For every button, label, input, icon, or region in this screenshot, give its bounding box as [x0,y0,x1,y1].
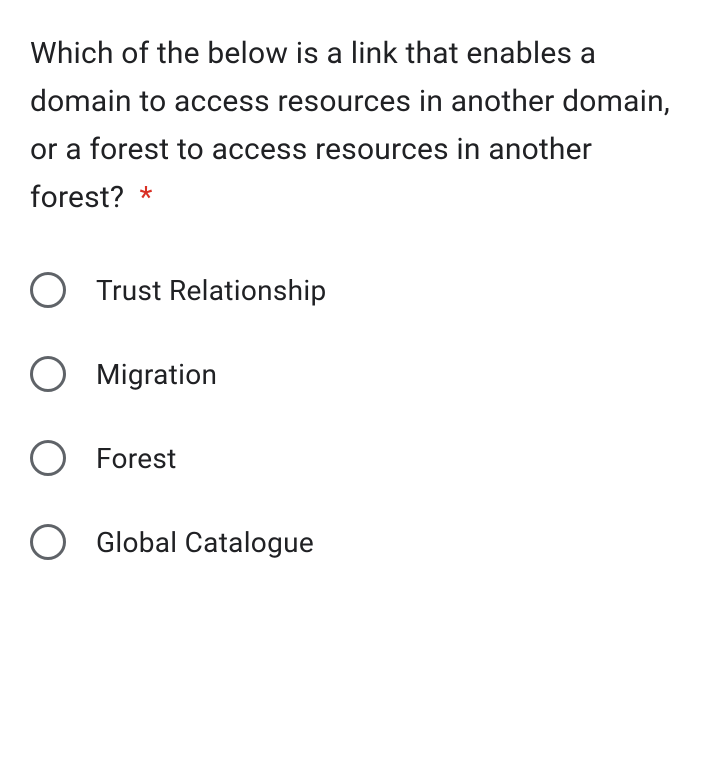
question-text: Which of the below is a link that enable… [30,30,690,222]
options-group: Trust Relationship Migration Forest Glob… [30,272,690,560]
option-label: Migration [96,358,217,391]
radio-option-2[interactable]: Forest [30,440,690,476]
radio-circle-icon [30,440,66,476]
option-label: Global Catalogue [96,526,314,559]
radio-circle-icon [30,272,66,308]
option-label: Forest [96,442,177,475]
required-asterisk: * [140,180,153,215]
radio-option-3[interactable]: Global Catalogue [30,524,690,560]
radio-option-1[interactable]: Migration [30,356,690,392]
question-content: Which of the below is a link that enable… [30,36,670,215]
radio-circle-icon [30,524,66,560]
radio-circle-icon [30,356,66,392]
option-label: Trust Relationship [96,274,327,307]
radio-option-0[interactable]: Trust Relationship [30,272,690,308]
